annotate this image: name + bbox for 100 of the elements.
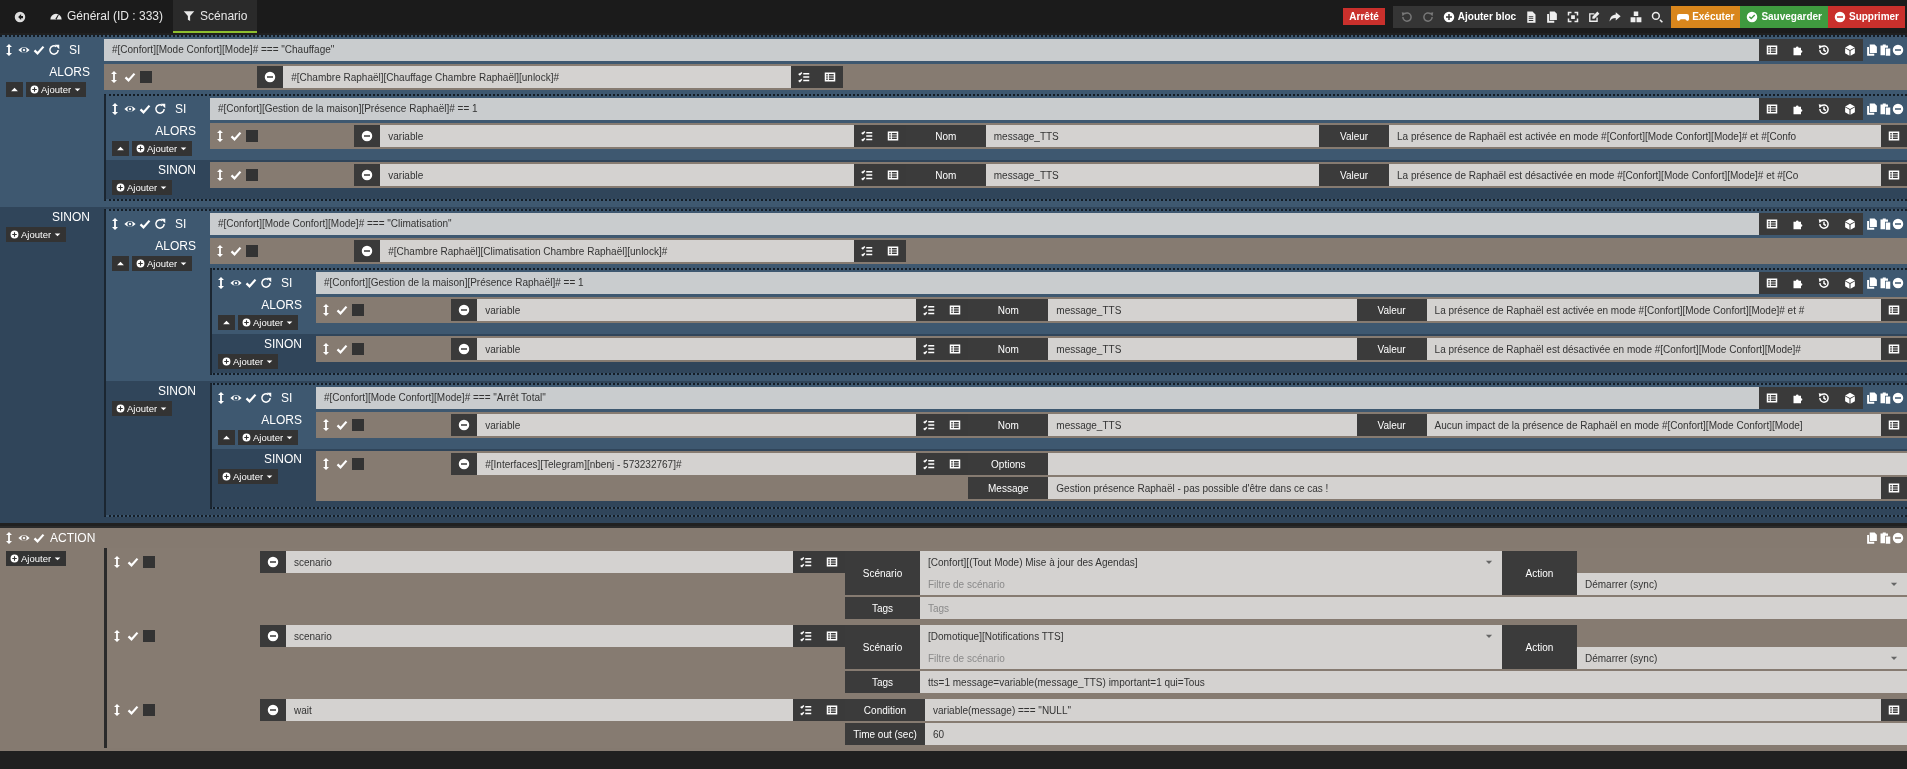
- checkbox[interactable]: [352, 343, 364, 355]
- search-icon[interactable]: [1651, 10, 1664, 23]
- checkbox[interactable]: [33, 532, 45, 544]
- add-dropdown-button[interactable]: Ajouter: [112, 401, 173, 416]
- checklist-button[interactable]: [793, 551, 819, 573]
- refresh-icon[interactable]: [154, 102, 166, 115]
- cube-button[interactable]: [1837, 386, 1863, 409]
- action-select[interactable]: Démarrer (sync): [1577, 573, 1907, 595]
- condition-field[interactable]: #[Confort][Gestion de la maison][Présence Raphaël]# == 1: [316, 271, 1759, 294]
- remove-button[interactable]: [260, 551, 286, 573]
- list-button[interactable]: [1759, 97, 1785, 120]
- paste-icon[interactable]: [1879, 276, 1891, 289]
- checkbox[interactable]: [33, 43, 45, 56]
- add-dropdown-button[interactable]: Ajouter: [238, 430, 299, 445]
- copy-icon[interactable]: [1866, 391, 1878, 404]
- move-up-button[interactable]: [218, 430, 235, 445]
- remove-button[interactable]: [451, 299, 478, 321]
- checkbox[interactable]: [352, 419, 364, 431]
- name-field[interactable]: message_TTS: [985, 164, 1320, 186]
- checkbox[interactable]: [245, 276, 257, 289]
- remove-button[interactable]: [260, 699, 286, 721]
- command-field[interactable]: #[Chambre Raphaël][Chauffage Chambre Raphaël][unlock]#: [283, 66, 792, 88]
- list-button[interactable]: [1881, 414, 1907, 436]
- eye-icon[interactable]: [18, 532, 30, 544]
- copy-icon[interactable]: [1866, 43, 1878, 56]
- list-button[interactable]: [1759, 386, 1785, 409]
- list-button[interactable]: [1881, 699, 1907, 721]
- scenario-select[interactable]: [Confort][(Tout Mode) Mise à jour des Agendas]: [920, 551, 1502, 573]
- action-select[interactable]: Démarrer (sync): [1577, 647, 1907, 669]
- refresh-icon[interactable]: [48, 43, 60, 56]
- command-field[interactable]: variable: [477, 414, 917, 436]
- checklist-button[interactable]: [916, 414, 943, 436]
- edit-icon[interactable]: [1588, 10, 1601, 23]
- command-field[interactable]: variable: [380, 125, 854, 147]
- command-field[interactable]: scenario: [286, 625, 793, 647]
- value-field[interactable]: Aucun impact de la présence de Raphaël en mode #[Confort][Mode Confort][Mode]: [1426, 414, 1881, 436]
- redo-icon[interactable]: [1421, 10, 1434, 23]
- list-button[interactable]: [1881, 299, 1907, 321]
- list-button[interactable]: [1881, 338, 1907, 360]
- cube-button[interactable]: [1837, 97, 1863, 120]
- undo-icon[interactable]: [1400, 10, 1413, 23]
- remove-button[interactable]: [257, 66, 284, 88]
- name-field[interactable]: message_TTS: [985, 125, 1320, 147]
- copy-icon[interactable]: [1866, 217, 1878, 230]
- command-field[interactable]: scenario: [286, 551, 793, 573]
- checkbox[interactable]: [336, 458, 348, 470]
- checkbox[interactable]: [139, 217, 151, 230]
- checkbox[interactable]: [143, 556, 155, 568]
- checklist-button[interactable]: [853, 164, 880, 186]
- timeout-field[interactable]: 60: [925, 723, 1907, 745]
- tab[interactable]: Scénario: [173, 0, 258, 33]
- value-field[interactable]: La présence de Raphaël est activée en mode #[Confort][Mode Confort][Mode]# et #[Confo: [1389, 125, 1881, 147]
- expand-icon[interactable]: [1567, 10, 1580, 23]
- cube-button[interactable]: [1837, 271, 1863, 294]
- remove-button[interactable]: [260, 625, 286, 647]
- copy-icon[interactable]: [1866, 102, 1878, 115]
- checkbox[interactable]: [336, 343, 348, 355]
- checkbox[interactable]: [336, 304, 348, 316]
- filter-field[interactable]: Filtre de scénario: [920, 647, 1502, 669]
- condition-field[interactable]: #[Confort][Mode Confort][Mode]# === "Climatisation": [210, 212, 1759, 235]
- share-arrow-icon[interactable]: [1609, 10, 1622, 23]
- paste-icon[interactable]: [1879, 102, 1891, 115]
- paste-icon[interactable]: [1879, 532, 1891, 544]
- checkbox[interactable]: [336, 419, 348, 431]
- move-up-button[interactable]: [6, 82, 23, 97]
- remove-button[interactable]: [451, 414, 478, 436]
- add-dropdown-button[interactable]: Ajouter: [238, 315, 299, 330]
- checkbox[interactable]: [245, 391, 257, 404]
- checkbox[interactable]: [127, 704, 139, 716]
- command-field[interactable]: #[Chambre Raphaël][Climatisation Chambre Raphaël][unlock]#: [380, 240, 854, 262]
- add-dropdown-button[interactable]: Ajouter: [218, 354, 279, 369]
- command-field[interactable]: variable: [477, 338, 917, 360]
- checkbox[interactable]: [352, 304, 364, 316]
- value-field[interactable]: La présence de Raphaël est activée en mode #[Confort][Mode Confort][Mode]# et #: [1426, 299, 1881, 321]
- add-dropdown-button[interactable]: Ajouter: [218, 469, 279, 484]
- paste-icon[interactable]: [1879, 217, 1891, 230]
- checkbox[interactable]: [230, 130, 242, 142]
- list-button[interactable]: [1881, 125, 1907, 147]
- delete-button[interactable]: Supprimer: [1828, 5, 1905, 28]
- condition-field[interactable]: variable(message) === "NULL": [925, 699, 1881, 721]
- paste-icon[interactable]: [1879, 43, 1891, 56]
- options-field[interactable]: [1048, 453, 1907, 475]
- checkbox[interactable]: [140, 71, 152, 83]
- remove-button[interactable]: [354, 240, 381, 262]
- copy-icon[interactable]: [1546, 10, 1559, 23]
- list-button[interactable]: [1759, 271, 1785, 294]
- command-field[interactable]: #[Interfaces][Telegram][nbenj - 573232767]#: [477, 453, 917, 475]
- add-dropdown-button[interactable]: Ajouter: [132, 141, 193, 156]
- tab[interactable]: Général (ID : 333): [40, 0, 174, 33]
- checklist-button[interactable]: [793, 699, 819, 721]
- condition-field[interactable]: #[Confort][Mode Confort][Mode]# === "Arrêt Total": [316, 386, 1759, 409]
- checkbox[interactable]: [143, 704, 155, 716]
- checkbox[interactable]: [139, 102, 151, 115]
- checklist-button[interactable]: [916, 299, 943, 321]
- cube-button[interactable]: [1837, 212, 1863, 235]
- name-field[interactable]: message_TTS: [1048, 338, 1357, 360]
- checklist-button[interactable]: [853, 240, 880, 262]
- list-button[interactable]: [1759, 212, 1785, 235]
- tags-field[interactable]: Tags: [920, 597, 1907, 619]
- checkbox[interactable]: [143, 630, 155, 642]
